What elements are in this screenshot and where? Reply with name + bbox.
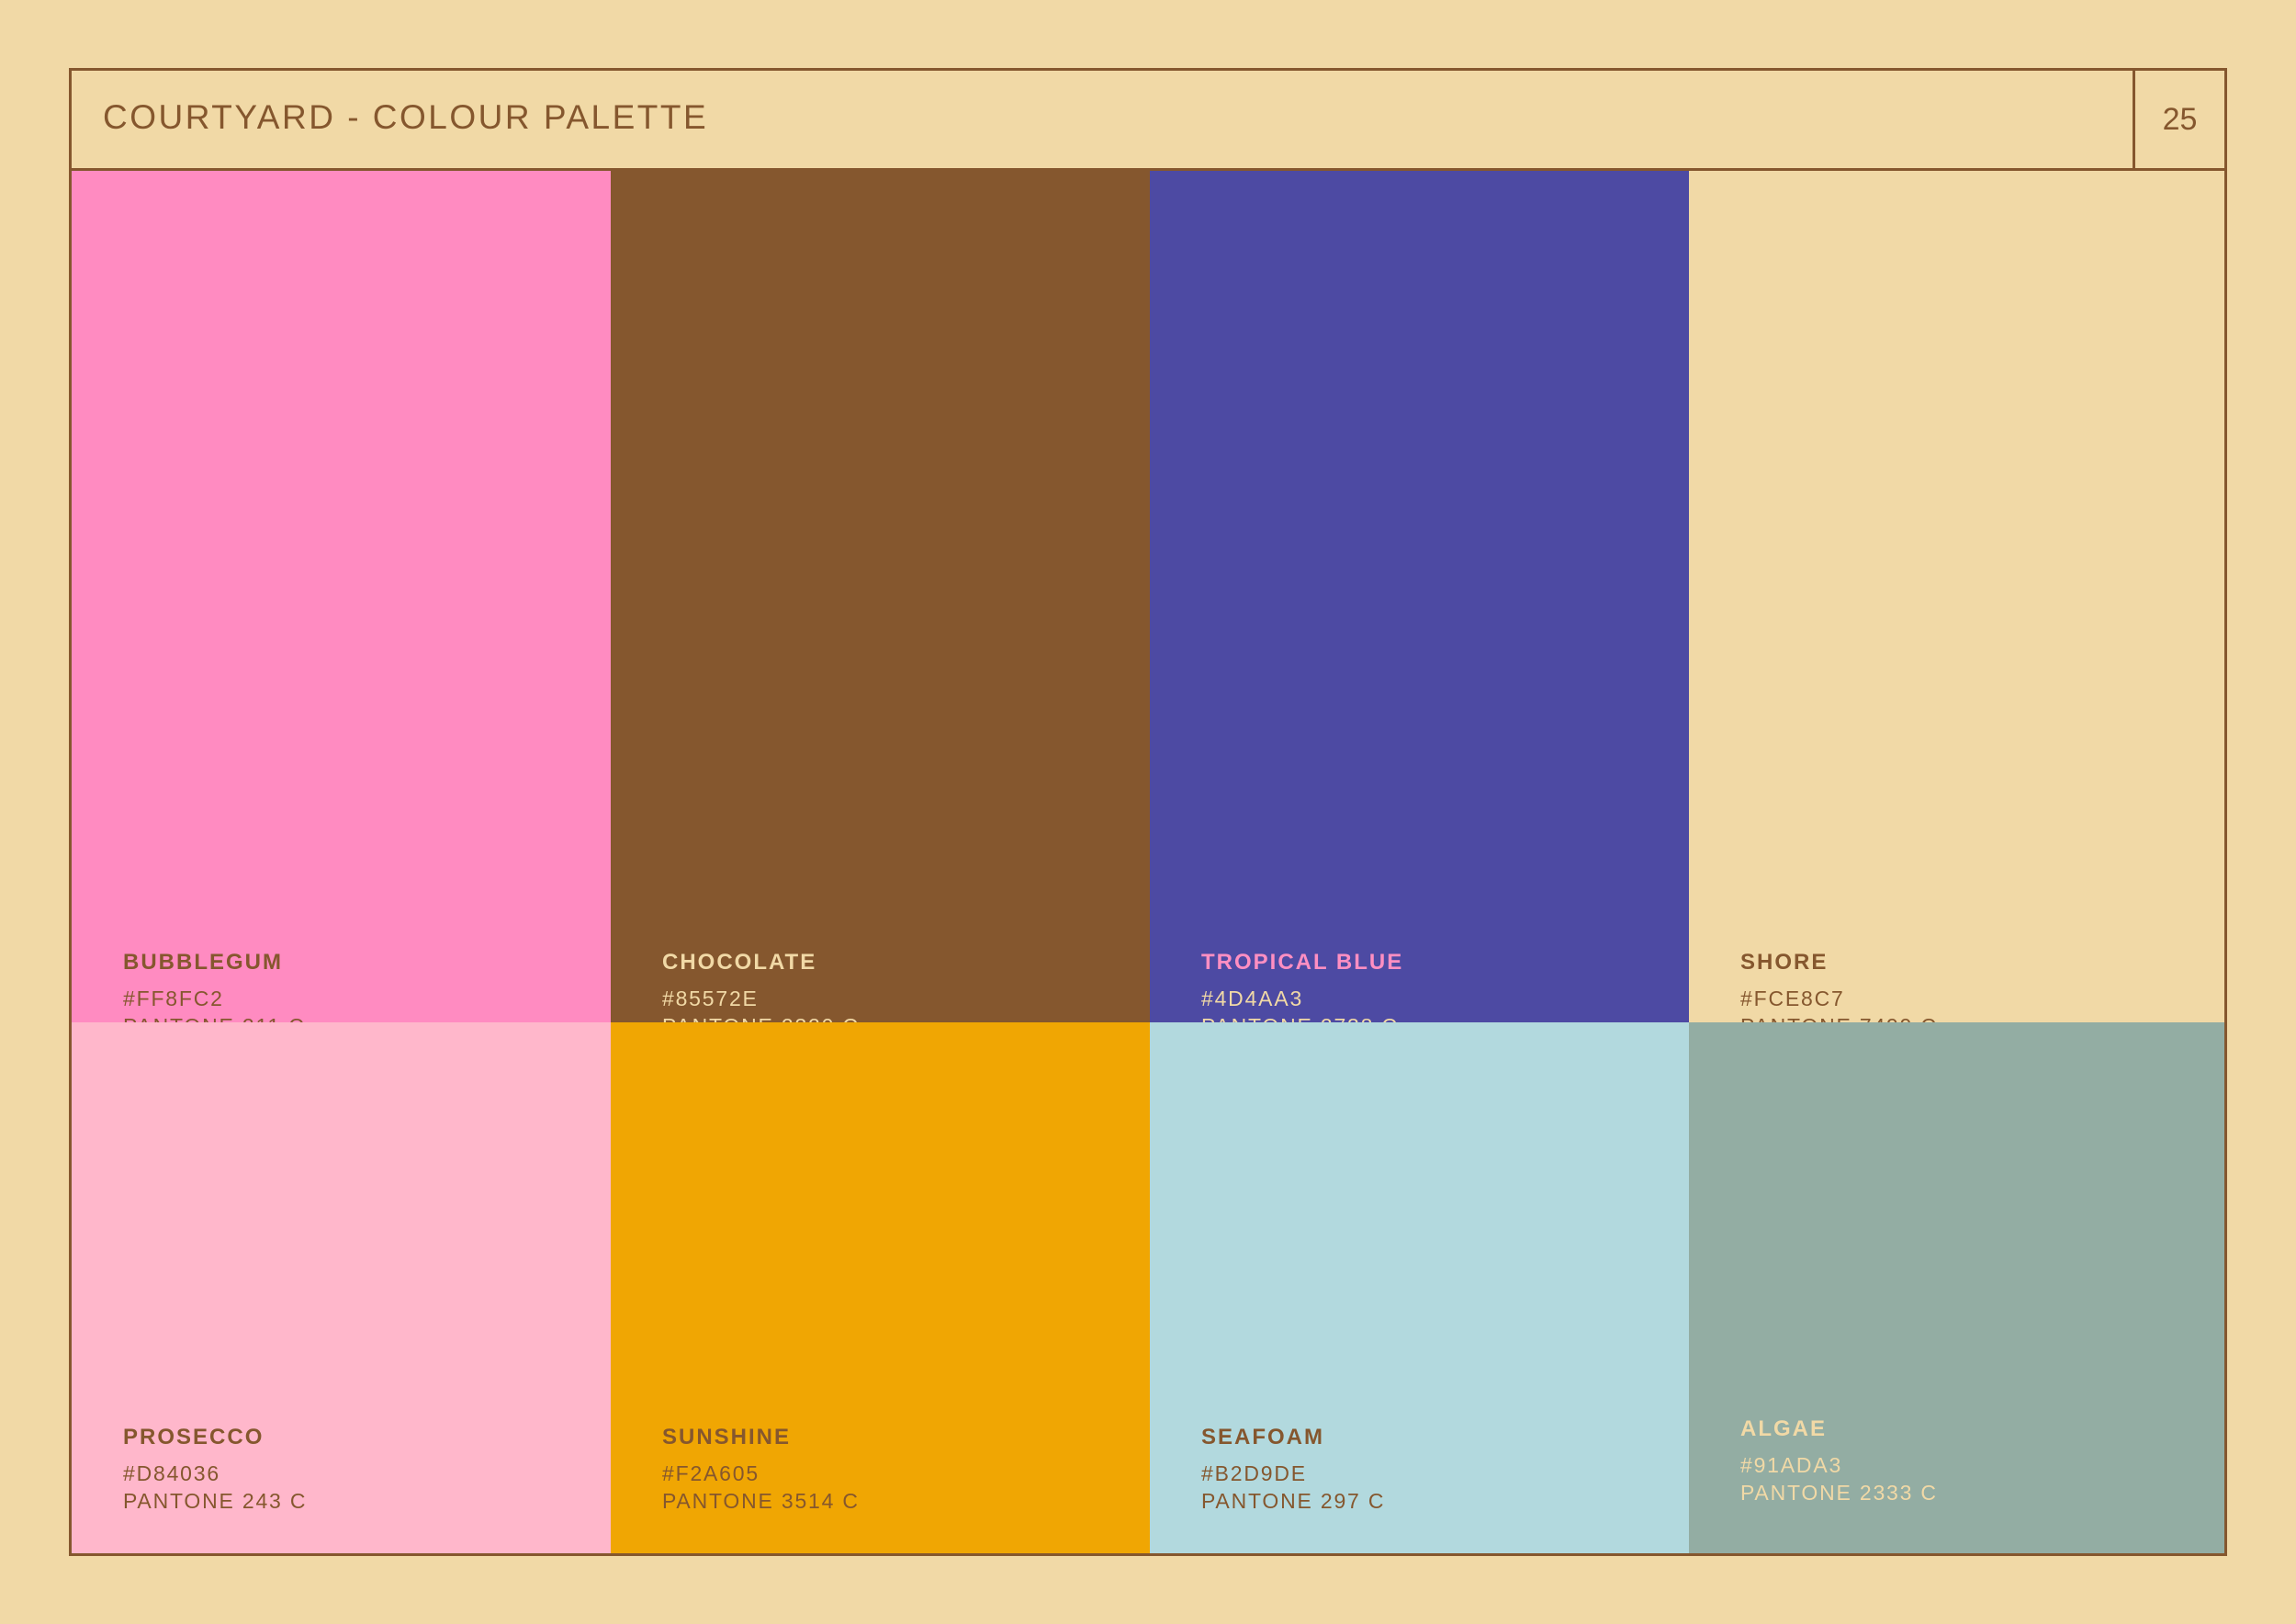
swatch-sunshine: SUNSHINE #F2A605 PANTONE 3514 C (611, 1022, 1150, 1553)
swatch-hex: #4D4AA3 (1201, 987, 1304, 1010)
swatch-pantone: PANTONE 243 C (123, 1489, 308, 1513)
swatch-hex: #B2D9DE (1201, 1461, 1307, 1485)
swatch-hex: #FCE8C7 (1740, 987, 1845, 1010)
swatch-pantone: PANTONE 297 C (1201, 1489, 1386, 1513)
swatch-hex: #D84036 (123, 1461, 220, 1485)
swatch-bubblegum: BUBBLEGUM #FF8FC2 PANTONE 211 C (72, 171, 611, 1038)
swatch-name: CHOCOLATE (662, 950, 817, 975)
swatch-algae: ALGAE #91ADA3 PANTONE 2333 C (1689, 1022, 2224, 1553)
swatch-chocolate: CHOCOLATE #85572E PANTONE 2320 C (611, 171, 1150, 1038)
swatch-name: SUNSHINE (662, 1425, 792, 1449)
swatch-name: PROSECCO (123, 1425, 264, 1449)
swatch-pantone: PANTONE 3514 C (662, 1489, 860, 1513)
swatch-hex: #FF8FC2 (123, 987, 224, 1010)
swatch-shore: SHORE #FCE8C7 PANTONE 7499 C (1689, 171, 2224, 1038)
swatch-pantone: PANTONE 2333 C (1740, 1481, 1938, 1505)
swatch-tropical-blue: TROPICAL BLUE #4D4AA3 PANTONE 2738 C (1150, 171, 1689, 1038)
swatch-name: TROPICAL BLUE (1201, 950, 1404, 975)
swatch-seafoam: SEAFOAM #B2D9DE PANTONE 297 C (1150, 1022, 1689, 1553)
swatch-hex: #91ADA3 (1740, 1453, 1843, 1477)
swatch-name: SEAFOAM (1201, 1425, 1324, 1449)
swatch-prosecco: PROSECCO #D84036 PANTONE 243 C (72, 1022, 611, 1553)
page-header: COURTYARD - COLOUR PALETTE 25 (72, 71, 2224, 171)
swatch-hex: #F2A605 (662, 1461, 760, 1485)
swatch-name: SHORE (1740, 950, 1829, 975)
swatch-name: ALGAE (1740, 1416, 1827, 1441)
swatch-grid: BUBBLEGUM #FF8FC2 PANTONE 211 C CHOCOLAT… (72, 171, 2224, 1553)
page-title: COURTYARD - COLOUR PALETTE (103, 98, 709, 136)
swatch-hex: #85572E (662, 987, 759, 1010)
palette-frame: COURTYARD - COLOUR PALETTE 25 BUBBLEGUM … (69, 68, 2227, 1556)
page-number: 25 (2133, 71, 2224, 168)
swatch-name: BUBBLEGUM (123, 950, 283, 975)
